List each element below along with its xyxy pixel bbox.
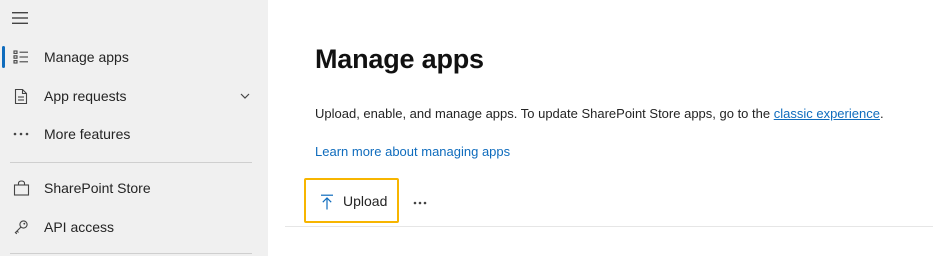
classic-experience-link[interactable]: classic experience [774,106,880,121]
sidebar-item-manage-apps[interactable]: Manage apps [0,39,268,75]
sidebar-item-label: SharePoint Store [44,180,151,196]
hamburger-menu-icon[interactable] [6,4,34,32]
left-navigation: Manage apps App requests More features S… [0,0,268,256]
ellipsis-icon [12,125,30,143]
more-options-button[interactable] [409,193,431,213]
upload-icon [320,194,334,210]
chevron-down-icon[interactable] [238,89,252,103]
shopping-bag-icon [12,179,30,197]
sidebar-item-label: Manage apps [44,49,129,65]
list-icon [12,48,30,66]
sidebar-item-api-access[interactable]: API access [0,209,268,245]
sidebar-item-label: App requests [44,88,127,104]
upload-label: Upload [343,193,388,209]
key-icon [12,218,30,236]
sidebar-divider [10,253,252,254]
sidebar-divider [10,162,252,163]
page-title: Manage apps [315,44,484,74]
document-icon [12,87,30,105]
more-horizontal-icon [413,201,427,205]
upload-button[interactable]: Upload [304,178,399,223]
page-description: Upload, enable, and manage apps. To upda… [315,106,884,121]
main-content: Manage apps Upload, enable, and manage a… [268,0,933,256]
sidebar-item-label: More features [44,126,131,142]
description-suffix: . [879,106,884,121]
learn-more-link[interactable]: Learn more about managing apps [315,144,510,159]
command-bar-divider [285,226,933,227]
sidebar-item-app-requests[interactable]: App requests [0,78,268,114]
sidebar-item-more-features[interactable]: More features [0,116,268,152]
description-text: Upload, enable, and manage apps. To upda… [315,106,774,121]
sidebar-item-sharepoint-store[interactable]: SharePoint Store [0,170,268,206]
sidebar-item-label: API access [44,219,115,235]
